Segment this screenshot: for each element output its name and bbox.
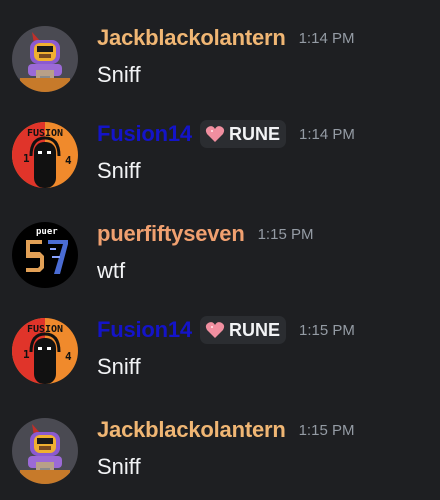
username[interactable]: puerfiftyseven: [97, 221, 245, 247]
message-item: FUSION 1 4 Fusion14 RUNE 1:14 PM Sniff: [0, 118, 440, 198]
message-text: wtf: [97, 258, 126, 283]
message-text: Sniff: [97, 62, 141, 87]
timestamp: 1:14 PM: [299, 125, 355, 143]
message-text: Sniff: [97, 454, 141, 479]
username[interactable]: Jackblackolantern: [97, 417, 286, 443]
message-item: Jackblackolantern 1:15 PM Sniff: [0, 414, 440, 494]
message-header: Jackblackolantern 1:14 PM: [97, 22, 354, 54]
pumpkin-lantern-avatar[interactable]: [12, 26, 78, 92]
username[interactable]: Fusion14: [97, 121, 192, 147]
message-item: puer puerfiftyseven 1:15 PM wtf: [0, 218, 440, 298]
heart-icon: [205, 126, 225, 142]
avatar-digit-left: 1: [23, 152, 30, 165]
avatar-digit-right: 4: [65, 154, 72, 167]
avatar-puer-text: puer: [36, 227, 58, 237]
heart-icon: [205, 322, 225, 338]
message-item: FUSION 1 4 Fusion14 RUNE 1:15 PM Sniff: [0, 314, 440, 394]
timestamp: 1:15 PM: [299, 321, 355, 339]
message-header: puerfiftyseven 1:15 PM: [97, 218, 313, 250]
message-text: Sniff: [97, 158, 141, 183]
message-header: Jackblackolantern 1:15 PM: [97, 414, 354, 446]
timestamp: 1:14 PM: [298, 29, 355, 47]
message-item: Jackblackolantern 1:14 PM Sniff: [0, 22, 440, 102]
username[interactable]: Jackblackolantern: [97, 25, 286, 51]
message-header: Fusion14 RUNE 1:14 PM: [97, 118, 355, 150]
guild-tag-badge[interactable]: RUNE: [199, 316, 286, 344]
fusion-orange-red-avatar[interactable]: FUSION 1 4: [12, 318, 78, 384]
pumpkin-lantern-avatar[interactable]: [12, 418, 78, 484]
number-57-avatar[interactable]: puer: [12, 222, 78, 288]
fusion-orange-red-avatar[interactable]: FUSION 1 4: [12, 122, 78, 188]
message-text: Sniff: [97, 354, 141, 379]
message-header: Fusion14 RUNE 1:15 PM: [97, 314, 355, 346]
timestamp: 1:15 PM: [257, 225, 314, 243]
guild-tag-label: RUNE: [228, 123, 280, 144]
username[interactable]: Fusion14: [97, 317, 192, 343]
timestamp: 1:15 PM: [298, 421, 355, 439]
avatar-digit-left: 1: [23, 348, 30, 361]
guild-tag-label: RUNE: [228, 319, 280, 340]
chat-message-list: Jackblackolantern 1:14 PM Sniff FUSION 1…: [0, 0, 440, 500]
guild-tag-badge[interactable]: RUNE: [199, 120, 286, 148]
avatar-digit-right: 4: [65, 350, 72, 363]
